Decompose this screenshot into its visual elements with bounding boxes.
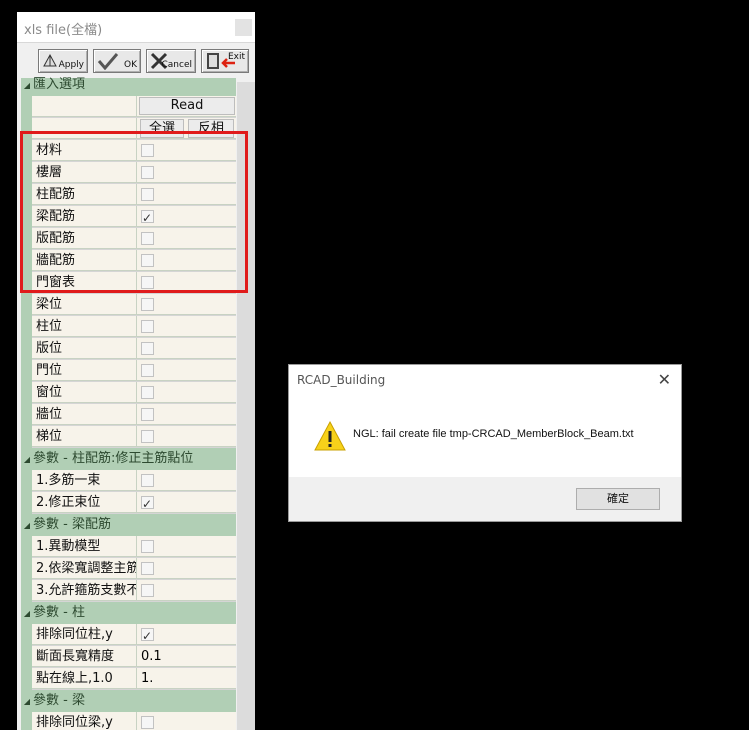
param-row: 3.允許箍筋支數不	[21, 580, 236, 602]
error-dialog: RCAD_Building ✕ NGL: fail create file tm…	[288, 364, 682, 522]
row-label: 牆位	[32, 404, 137, 425]
panel-title: xls file(全檔)	[24, 23, 103, 38]
checkbox[interactable]	[141, 386, 154, 399]
checkbox[interactable]	[141, 342, 154, 355]
value-cell	[137, 338, 236, 359]
param-row: 2.修正束位	[21, 492, 236, 515]
value-cell	[137, 558, 236, 579]
exit-label: Exit	[227, 52, 245, 62]
row-label: 1.異動模型	[32, 536, 137, 557]
exit-button[interactable]: Exit	[201, 49, 249, 73]
checkbox[interactable]	[141, 408, 154, 421]
import-option-row: 柱位	[21, 316, 236, 338]
checkbox[interactable]	[141, 298, 154, 311]
value-cell	[137, 470, 236, 491]
row-label: 版位	[32, 338, 137, 359]
dialog-message: NGL: fail create file tmp-CRCAD_MemberBl…	[353, 428, 634, 440]
row-label: 1.多筋一束	[32, 470, 137, 491]
value-cell	[137, 360, 236, 381]
import-option-row: 版位	[21, 338, 236, 360]
row-label: 斷面長寬精度	[32, 646, 137, 667]
category-label: 匯入選項	[33, 77, 86, 92]
category-beam[interactable]: ◢ 參數 - 梁	[21, 690, 236, 712]
row-label: 排除同位柱,y	[32, 624, 137, 645]
import-option-row: 門位	[21, 360, 236, 382]
checkbox[interactable]	[141, 562, 154, 575]
row-label: 2.修正束位	[32, 492, 137, 513]
value-cell	[137, 712, 236, 730]
row-label: 柱位	[32, 316, 137, 337]
xls-file-panel: xls file(全檔) Apply OK Cancel Exit ◢ 匯入選項…	[17, 12, 255, 730]
param-row: 點在線上,1.0 1.	[21, 668, 236, 690]
confirm-button[interactable]: 確定	[576, 488, 660, 510]
value-cell	[137, 404, 236, 425]
row-label: 2.依梁寬調整主筋	[32, 558, 137, 579]
collapse-triangle-icon[interactable]: ◢	[21, 515, 33, 537]
category-column[interactable]: ◢ 參數 - 柱	[21, 602, 236, 624]
import-option-row: 窗位	[21, 382, 236, 404]
cancel-button[interactable]: Cancel	[146, 49, 196, 73]
row-label: 梁位	[32, 294, 137, 315]
collapse-triangle-icon[interactable]: ◢	[21, 691, 33, 713]
value-cell	[137, 536, 236, 557]
row-label: 3.允許箍筋支數不	[32, 580, 137, 601]
checkbox[interactable]	[141, 626, 154, 647]
checkbox[interactable]	[141, 494, 154, 515]
category-label: 參數 - 柱配筋:修正主筋點位	[33, 451, 194, 466]
checkbox[interactable]	[141, 364, 154, 377]
category-import-options[interactable]: ◢ 匯入選項	[21, 78, 236, 96]
param-row: 排除同位梁,y	[21, 712, 236, 730]
checkbox[interactable]	[141, 474, 154, 487]
param-row: 排除同位柱,y	[21, 624, 236, 647]
red-highlight-box	[20, 131, 248, 293]
read-button[interactable]: Read	[139, 97, 235, 115]
collapse-triangle-icon[interactable]: ◢	[21, 603, 33, 625]
param-row: 斷面長寬精度 0.1	[21, 646, 236, 668]
value-cell	[137, 316, 236, 337]
checkbox[interactable]	[141, 716, 154, 729]
value-field[interactable]: 0.1	[137, 646, 236, 667]
row-label: 窗位	[32, 382, 137, 403]
row-label: 門位	[32, 360, 137, 381]
checkbox[interactable]	[141, 430, 154, 443]
checkbox[interactable]	[141, 320, 154, 333]
close-icon[interactable]: ✕	[658, 370, 671, 389]
category-label: 參數 - 柱	[33, 605, 85, 620]
import-option-row: 牆位	[21, 404, 236, 426]
ok-label: OK	[124, 60, 137, 70]
category-label: 參數 - 梁	[33, 693, 85, 708]
checkbox[interactable]	[141, 584, 154, 597]
value-cell	[137, 382, 236, 403]
dialog-title: RCAD_Building	[297, 373, 386, 387]
value-field[interactable]: 1.	[137, 668, 236, 689]
ok-button[interactable]: OK	[93, 49, 141, 73]
value-cell	[137, 426, 236, 447]
collapse-triangle-icon[interactable]: ◢	[21, 449, 33, 471]
collapse-triangle-icon[interactable]: ◢	[21, 79, 33, 93]
param-row: 2.依梁寬調整主筋	[21, 558, 236, 580]
check-icon	[97, 53, 119, 70]
value-cell	[137, 624, 236, 647]
row-label: 點在線上,1.0	[32, 668, 137, 689]
param-row: 1.多筋一束	[21, 470, 236, 492]
row-label: 排除同位梁,y	[32, 712, 137, 730]
warning-icon	[314, 420, 346, 451]
panel-close-box[interactable]	[235, 19, 252, 36]
import-option-row: 梁位	[21, 294, 236, 316]
category-label: 參數 - 梁配筋	[33, 517, 111, 532]
row-label: 梯位	[32, 426, 137, 447]
category-column-rebar[interactable]: ◢ 參數 - 柱配筋:修正主筋點位	[21, 448, 236, 470]
param-row: 1.異動模型	[21, 536, 236, 558]
apply-button[interactable]: Apply	[38, 49, 88, 73]
apply-label: Apply	[58, 60, 84, 70]
import-option-row: 梯位	[21, 426, 236, 448]
value-cell	[137, 294, 236, 315]
value-cell	[137, 492, 236, 515]
read-row: Read	[21, 96, 236, 118]
panel-titlebar: xls file(全檔)	[17, 12, 255, 42]
value-cell	[137, 580, 236, 601]
category-beam-rebar[interactable]: ◢ 參數 - 梁配筋	[21, 514, 236, 536]
cancel-label: Cancel	[161, 60, 193, 70]
checkbox[interactable]	[141, 540, 154, 553]
